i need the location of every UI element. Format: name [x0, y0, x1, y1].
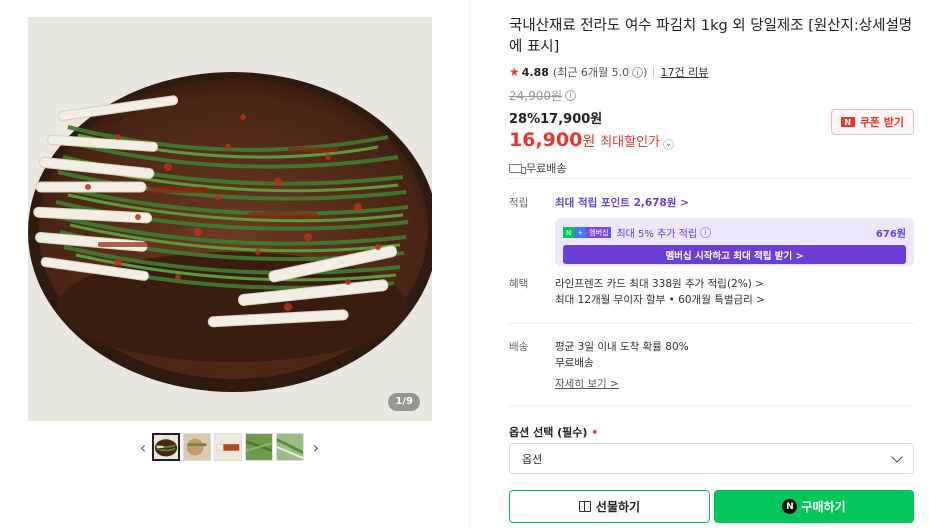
buy-button[interactable]: N 구매하기: [714, 490, 914, 523]
rating-score: 4.88: [521, 65, 549, 79]
original-price-row: 24,900원 i: [509, 87, 914, 104]
divider: [509, 323, 914, 324]
installment-link[interactable]: 최대 12개월 무이자 할부 • 60개월 특별금리 >: [555, 292, 914, 308]
truck-icon: [509, 163, 526, 174]
thumbnail-1[interactable]: [152, 433, 180, 461]
gift-button[interactable]: 선물하기: [509, 490, 710, 523]
card-benefit-link[interactable]: 라인프렌즈 카드 최대 338원 추가 적립(2%) >: [555, 276, 914, 292]
option-select[interactable]: 옵션: [509, 443, 914, 474]
thumbnail-4[interactable]: [245, 433, 273, 461]
rating-close: ): [643, 65, 648, 79]
price-info-icon[interactable]: i: [565, 90, 577, 101]
thumbnail-strip: ‹ ›: [134, 432, 325, 462]
delivery-label: 배송: [509, 341, 529, 353]
gift-label: 선물하기: [595, 500, 641, 514]
thumb-next-arrow[interactable]: ›: [307, 433, 325, 461]
option-label: 옵션 선택 (필수) •: [509, 424, 598, 440]
divider: [509, 406, 914, 407]
membership-info-icon[interactable]: i: [700, 227, 712, 238]
column-divider: [469, 0, 470, 528]
product-info: 국내산재료 전라도 여수 파김치 1kg 외 당일제조 [원산지:상세설명에 표…: [509, 16, 914, 176]
thumbnail-5[interactable]: [276, 433, 304, 461]
best-price-won: 원: [582, 134, 596, 150]
benefits-label: 혜택: [509, 278, 529, 290]
kimchi-photo: [28, 17, 432, 421]
npay-icon: N: [782, 499, 798, 514]
max-points-link[interactable]: 최대 적립 포인트 2,678원 >: [555, 195, 914, 210]
shipping-text: 무료배송: [526, 162, 567, 175]
image-counter: 1/9: [388, 393, 420, 411]
main-product-image[interactable]: 1/9: [28, 17, 432, 421]
buy-label: 구매하기: [801, 500, 846, 514]
separator: [653, 67, 655, 77]
option-label-text: 옵션 선택 (필수): [509, 426, 588, 439]
star-icon: ★: [509, 65, 520, 79]
coupon-label: 쿠폰 받기: [859, 116, 904, 129]
chevron-down-icon[interactable]: ⌄: [663, 138, 675, 150]
membership-badge-icon: N + 멤버십: [563, 227, 612, 238]
coupon-button[interactable]: N 쿠폰 받기: [830, 109, 914, 135]
rating-row: ★ 4.88 (최근 6개월 5.0 i ) 17건 리뷰: [509, 64, 914, 80]
best-price: 16,900: [509, 129, 583, 151]
thumb-prev-arrow[interactable]: ‹: [134, 433, 152, 461]
shipping-row: 무료배송: [509, 160, 914, 176]
thumbnail-2[interactable]: [183, 433, 211, 461]
divider: [509, 178, 914, 179]
membership-text: 최대 5% 추가 적립: [616, 229, 698, 240]
rating-recent: (최근 6개월 5.0: [552, 66, 630, 79]
sale-price: 17,900원: [540, 112, 603, 127]
coupon-icon: N: [840, 117, 855, 127]
info-icon[interactable]: i: [632, 66, 644, 78]
points-label: 적립: [509, 197, 529, 209]
original-price: 24,900원: [509, 89, 563, 103]
product-title: 국내산재료 전라도 여수 파김치 1kg 외 당일제조 [원산지:상세설명에 표…: [509, 18, 913, 55]
chevron-down-icon: [891, 450, 903, 463]
thumbnail-3[interactable]: [214, 433, 242, 461]
delivery-probability: 평균 3일 이내 도착 확률 80%: [555, 341, 689, 353]
discount-rate: 28%: [509, 112, 541, 127]
required-mark: •: [591, 426, 599, 439]
membership-start-button[interactable]: 멤버십 시작하고 최대 적립 받기 >: [563, 245, 906, 264]
delivery-detail-link[interactable]: 자세히 보기 >: [555, 376, 914, 392]
delivery-fee: 무료배송: [555, 357, 594, 369]
counter-total: /9: [402, 396, 413, 407]
membership-box: N + 멤버십 최대 5% 추가 적립 i 676원 멤버십 시작하고 최대 적립 …: [555, 218, 914, 266]
gift-icon: [578, 501, 591, 512]
best-price-label: 최대할인가: [600, 135, 661, 150]
review-count-link[interactable]: 17건 리뷰: [660, 64, 708, 80]
membership-amount: 676원: [875, 229, 906, 240]
option-select-value: 옵션: [522, 452, 543, 466]
